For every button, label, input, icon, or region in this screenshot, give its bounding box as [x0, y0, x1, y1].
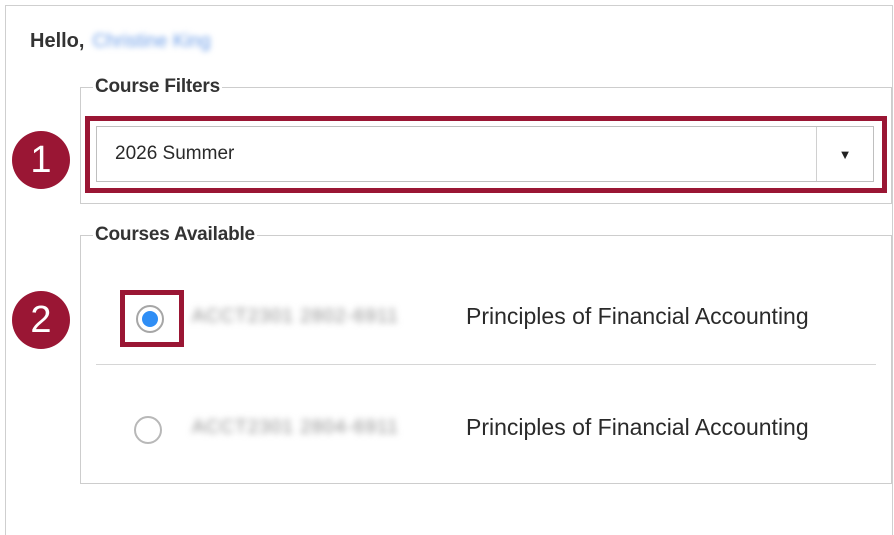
course-title: Principles of Financial Accounting — [466, 303, 809, 329]
chevron-down-icon[interactable]: ▼ — [816, 127, 873, 181]
course-divider — [96, 364, 876, 365]
course-filters-legend: Course Filters — [95, 76, 220, 97]
course-code: ACCT2301 2804-6911 — [192, 417, 399, 438]
term-select[interactable]: 2026 Summer ▼ — [96, 126, 874, 182]
course-title: Principles of Financial Accounting — [466, 414, 809, 440]
callout-step-1: 1 — [12, 131, 70, 189]
course-radio-selected[interactable] — [136, 305, 164, 333]
course-code: ACCT2301 2802-6911 — [192, 306, 399, 327]
greeting-label: Hello, — [30, 30, 85, 52]
greeting: Hello, Christine King — [30, 30, 211, 53]
callout-step-2: 2 — [12, 291, 70, 349]
term-select-value: 2026 Summer — [115, 143, 235, 164]
user-name: Christine King — [92, 30, 211, 52]
courses-available-legend: Courses Available — [95, 224, 255, 245]
course-radio-unselected[interactable] — [134, 416, 162, 444]
